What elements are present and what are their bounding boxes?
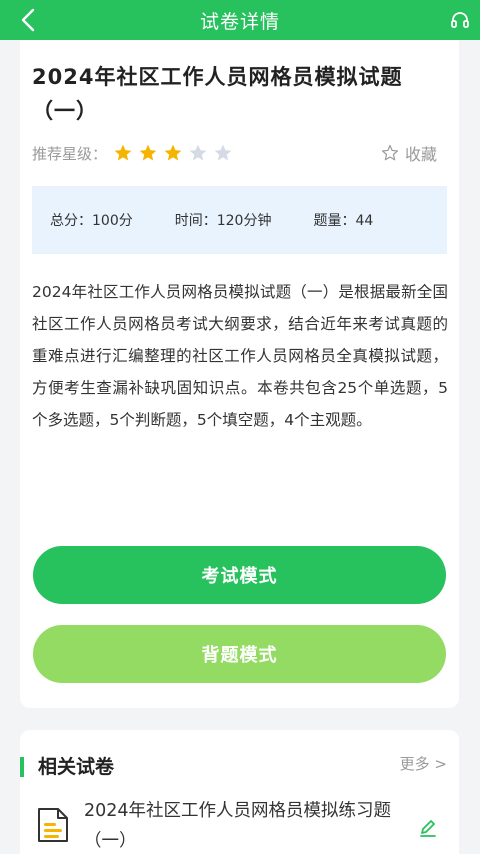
more-link[interactable]: 更多 > bbox=[400, 753, 447, 774]
related-item[interactable]: 2024年社区工作人员网格员模拟练习题（一） bbox=[36, 796, 446, 854]
headset-icon bbox=[451, 12, 469, 28]
star-empty-icon bbox=[214, 144, 232, 161]
related-papers-card: 相关试卷 更多 > 2024年社区工作人员网格员模拟练习题（一） bbox=[20, 730, 459, 854]
paper-detail-card: 2024年社区工作人员网格员模拟试题（一） 推荐星级： 收藏 总分：100分 时… bbox=[20, 40, 459, 708]
question-count: 题量：44 bbox=[313, 213, 374, 229]
page-title: 试卷详情 bbox=[199, 10, 280, 33]
rating-row: 推荐星级： 收藏 bbox=[32, 138, 437, 168]
paper-info-box: 总分：100分 时间：120分钟 题量：44 bbox=[32, 186, 447, 254]
star-outline-icon bbox=[381, 144, 399, 161]
headset-button[interactable] bbox=[448, 8, 472, 32]
chevron-left-icon bbox=[21, 8, 35, 32]
star-empty-icon bbox=[189, 144, 207, 161]
related-section-title: 相关试卷 bbox=[38, 756, 115, 778]
paper-description: 2024年社区工作人员网格员模拟试题（一）是根据最新全国社区工作人员网格员考试大… bbox=[32, 283, 448, 429]
star-filled-icon bbox=[114, 144, 132, 161]
related-item-title: 2024年社区工作人员网格员模拟练习题（一） bbox=[84, 801, 392, 851]
star-filled-icon bbox=[164, 144, 182, 161]
total-score: 总分：100分 bbox=[50, 213, 133, 229]
rating-label: 推荐星级： bbox=[32, 144, 108, 163]
star-filled-icon bbox=[139, 144, 157, 161]
section-accent-bar bbox=[20, 757, 24, 777]
rating-stars bbox=[113, 143, 238, 163]
document-icon bbox=[38, 808, 68, 842]
favorite-button[interactable]: 收藏 bbox=[381, 141, 437, 165]
edit-icon[interactable] bbox=[418, 818, 438, 838]
memorize-mode-button[interactable]: 背题模式 bbox=[33, 625, 446, 683]
exam-time: 时间：120分钟 bbox=[174, 213, 272, 229]
back-button[interactable] bbox=[14, 6, 42, 34]
top-nav-bar: 试卷详情 bbox=[0, 0, 480, 40]
exam-mode-button[interactable]: 考试模式 bbox=[33, 546, 446, 604]
favorite-label: 收藏 bbox=[404, 145, 437, 164]
paper-title: 2024年社区工作人员网格员模拟试题（一） bbox=[32, 65, 403, 123]
